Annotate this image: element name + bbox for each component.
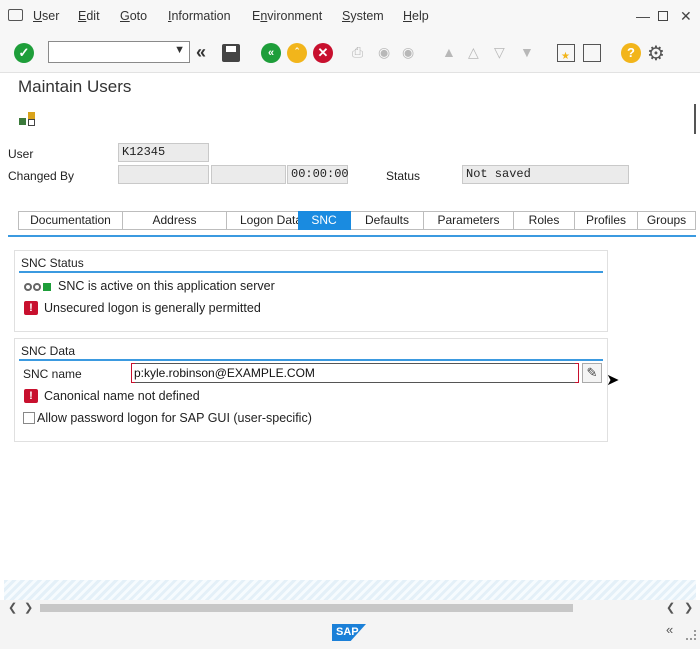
canonical-name-warning: Canonical name not defined xyxy=(44,389,200,403)
mouse-cursor-icon: ➤ xyxy=(606,372,620,389)
scroll-right-icon[interactable]: ❯ xyxy=(24,601,33,614)
error-icon: ! xyxy=(24,389,38,403)
tab-roles[interactable]: Roles xyxy=(514,211,575,230)
chevron-down-icon[interactable]: ▼ xyxy=(174,44,185,56)
snc-name-value: p:kyle.robinson@EXAMPLE.COM xyxy=(134,366,315,380)
maximize-icon[interactable] xyxy=(658,11,668,21)
previous-page-icon: △ xyxy=(468,44,479,60)
menu-environment[interactable]: Environment xyxy=(252,9,322,23)
menu-bar: User Edit Goto Information Environment S… xyxy=(0,0,700,33)
snc-name-input[interactable]: p:kyle.robinson@EXAMPLE.COM xyxy=(131,363,579,383)
next-page-icon: ▽ xyxy=(494,44,505,60)
horizontal-scrollbar[interactable]: ❮ ❯ ❮ ❯ xyxy=(0,600,700,616)
menu-information[interactable]: Information xyxy=(168,9,231,23)
snc-active-text: SNC is active on this application server xyxy=(58,279,275,293)
minimize-icon[interactable]: — xyxy=(636,8,650,24)
double-chevron-left-icon[interactable]: « xyxy=(666,622,673,637)
find-next-icon: ◉ xyxy=(402,44,415,60)
first-page-icon: ▲ xyxy=(442,44,456,60)
tab-snc[interactable]: SNC xyxy=(298,211,351,230)
back-icon[interactable]: « xyxy=(261,43,281,63)
menu-goto[interactable]: Goto xyxy=(120,9,147,23)
scroll-left-icon[interactable]: ❮ xyxy=(666,601,675,614)
standard-toolbar: ✓ ▼ « « ˆ ✕ ⎙ ◉ ◉ ▲ △ ▽ ▼ ★ ? ⚙ xyxy=(0,33,700,73)
menu-system[interactable]: System xyxy=(342,9,384,23)
resize-grip-icon[interactable] xyxy=(686,630,696,640)
enter-check-icon[interactable]: ✓ xyxy=(14,43,34,63)
tab-address[interactable]: Address xyxy=(123,211,227,230)
group-divider xyxy=(19,271,603,273)
snc-name-label: SNC name xyxy=(23,367,82,381)
tab-profiles[interactable]: Profiles xyxy=(575,211,638,230)
changed-by-field xyxy=(118,165,209,184)
toolbar-divider xyxy=(694,104,696,134)
user-label: User xyxy=(8,147,34,161)
help-icon[interactable]: ? xyxy=(621,43,641,63)
changed-by-label: Changed By xyxy=(8,169,75,183)
scroll-left-icon[interactable]: ❮ xyxy=(8,601,17,614)
menu-icon[interactable] xyxy=(8,9,23,21)
sap-logo: SAP xyxy=(332,624,366,641)
cancel-icon[interactable]: ✕ xyxy=(313,43,333,63)
unsecured-logon-text: Unsecured logon is generally permitted xyxy=(44,301,261,315)
group-divider xyxy=(19,359,603,361)
empty-area xyxy=(4,580,696,600)
user-field: K12345 xyxy=(118,143,209,162)
changed-time-field: 00:00:00 xyxy=(287,165,349,184)
password-logon-checkbox[interactable] xyxy=(23,412,35,424)
gear-icon[interactable]: ⚙ xyxy=(647,41,665,66)
page-title: Maintain Users xyxy=(18,77,132,96)
status-field: Not saved xyxy=(462,165,629,184)
snc-status-group: SNC Status SNC is active on this applica… xyxy=(14,250,608,332)
password-logon-label[interactable]: Allow password logon for SAP GUI (user-s… xyxy=(37,411,312,425)
scroll-right-icon[interactable]: ❯ xyxy=(684,601,693,614)
find-icon: ◉ xyxy=(378,44,391,60)
error-icon: ! xyxy=(24,301,38,315)
exit-icon[interactable]: ˆ xyxy=(287,43,307,63)
snc-active-icon xyxy=(24,281,54,293)
print-icon: ⎙ xyxy=(352,44,364,60)
menu-help[interactable]: Help xyxy=(403,9,429,23)
snc-status-title: SNC Status xyxy=(21,256,84,270)
command-field[interactable]: ▼ xyxy=(48,41,190,63)
hierarchy-icon[interactable] xyxy=(19,112,37,126)
menu-user[interactable]: User xyxy=(33,9,59,23)
status-bar: SAP « xyxy=(0,616,700,649)
create-shortcut-icon[interactable] xyxy=(583,44,601,62)
status-label: Status xyxy=(386,169,421,183)
tab-groups[interactable]: Groups xyxy=(638,211,696,230)
tab-parameters[interactable]: Parameters xyxy=(424,211,514,230)
double-chevron-left-icon[interactable]: « xyxy=(196,42,206,63)
last-page-icon: ▼ xyxy=(520,44,534,60)
snc-data-title: SNC Data xyxy=(21,344,76,358)
snc-data-group: SNC Data SNC name ! Canonical name not d… xyxy=(14,338,608,442)
changed-date-field xyxy=(211,165,286,184)
scroll-thumb[interactable] xyxy=(40,604,573,612)
application-toolbar xyxy=(0,104,700,134)
tab-defaults[interactable]: Defaults xyxy=(351,211,424,230)
pencil-icon[interactable]: ✎ xyxy=(582,363,602,383)
tab-underline xyxy=(8,235,696,237)
save-icon[interactable] xyxy=(222,44,240,62)
close-icon[interactable]: ✕ xyxy=(680,8,692,25)
tab-documentation[interactable]: Documentation xyxy=(18,211,123,230)
menu-edit[interactable]: Edit xyxy=(78,9,100,23)
new-session-icon[interactable]: ★ xyxy=(557,44,575,62)
